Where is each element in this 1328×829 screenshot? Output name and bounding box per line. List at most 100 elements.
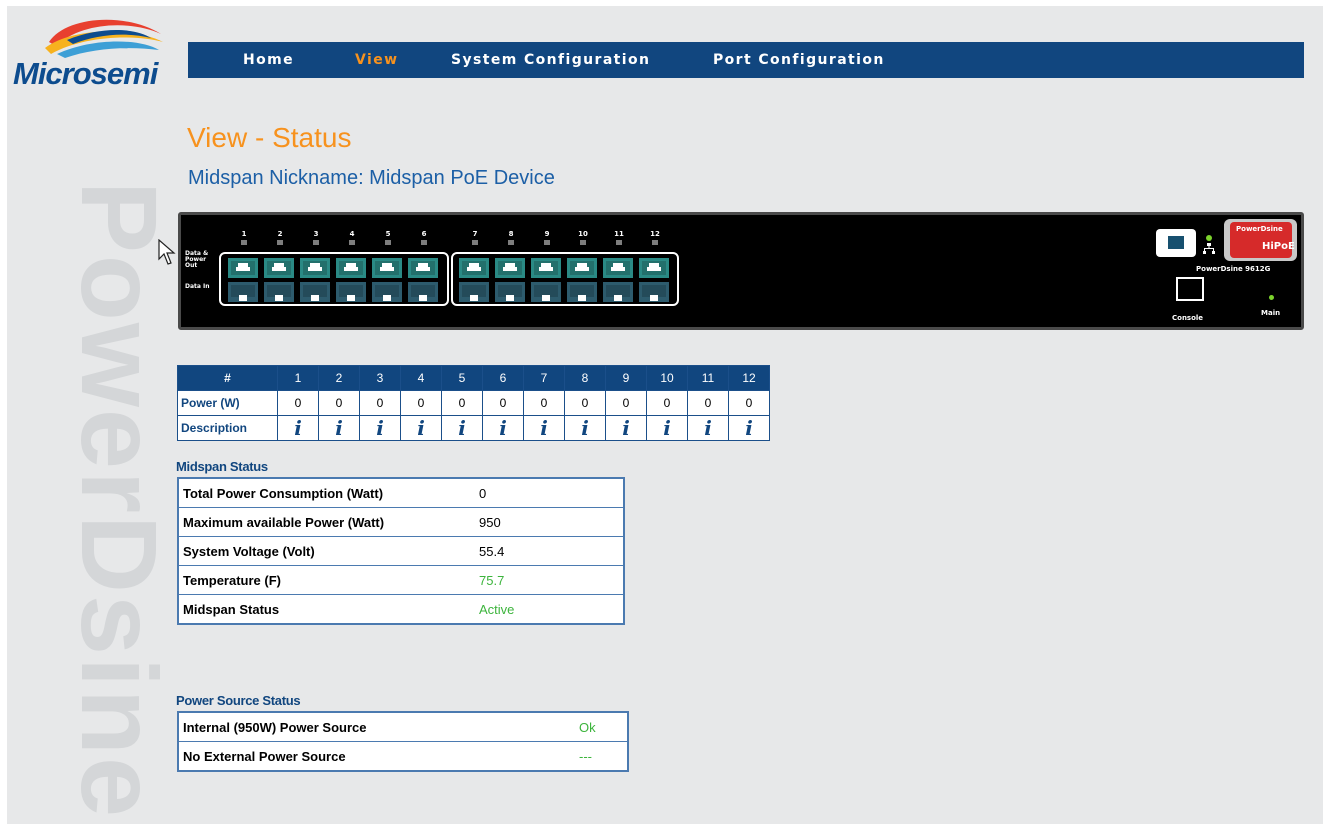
power-cell: 0 [359,390,401,416]
data-in-label: Data In [185,283,210,290]
poe-out-jack-icon[interactable] [603,258,633,278]
poe-out-jack-icon[interactable] [264,258,294,278]
power-source-label: Internal (950W) Power Source [178,712,575,742]
power-cell: 0 [564,390,606,416]
microsemi-logo[interactable]: Microsemi [11,12,181,91]
status-label: Midspan Status [183,601,280,617]
info-icon[interactable]: i [581,416,589,440]
device-port-number: 8 [508,230,514,238]
device-port-number: 4 [349,230,355,238]
device-port-number: 1 [241,230,247,238]
power-cell: 0 [441,390,483,416]
nav-view[interactable]: View [355,52,398,68]
power-cell: 0 [728,390,770,416]
data-in-jack-icon[interactable] [264,282,294,302]
description-row-label: Description [177,415,278,441]
power-cell: 0 [318,390,360,416]
status-label: Temperature (F) [178,565,475,595]
port-header-row: # 1 2 3 4 5 6 7 8 9 10 11 12 [177,365,770,391]
console-port-icon [1176,277,1204,301]
midspan-device-panel: Data & Power Out Data In 1 2 3 4 5 6 7 8 9 10 11 12… [178,212,1304,330]
data-in-jack-icon[interactable] [531,282,561,302]
poe-out-jack-icon[interactable] [372,258,402,278]
power-source-label: No External Power Source [183,748,346,764]
info-icon[interactable]: i [294,416,302,440]
power-row: Power (W) 0 0 0 0 0 0 0 0 0 0 0 0 [177,390,770,416]
info-icon[interactable]: i [376,416,384,440]
device-port-number: 9 [544,230,550,238]
data-in-jack-icon[interactable] [300,282,330,302]
port-led-icon [385,240,391,245]
poe-out-jack-icon[interactable] [228,258,258,278]
info-icon[interactable]: i [335,416,343,440]
port-led-icon [544,240,550,245]
power-source-value: Ok [575,712,628,742]
power-cell: 0 [277,390,319,416]
info-icon[interactable]: i [458,416,466,440]
port-header-label: # [177,365,278,391]
device-port-number: 2 [277,230,283,238]
status-value: Active [479,601,515,617]
info-icon[interactable]: i [622,416,630,440]
nav-system-configuration[interactable]: System Configuration [451,52,650,68]
power-row-label: Power (W) [177,390,278,416]
data-power-out-label: Data & Power Out [185,250,209,269]
logo-swoosh-icon [45,19,163,58]
nav-port-configuration[interactable]: Port Configuration [713,52,885,68]
poe-out-jack-icon[interactable] [567,258,597,278]
data-in-jack-icon[interactable] [495,282,525,302]
data-in-jack-icon[interactable] [228,282,258,302]
watermark-text: PowerDsine [59,180,180,820]
power-source-status-table: Internal (950W) Power Source Ok No Extern… [177,711,629,772]
poe-out-jack-icon[interactable] [336,258,366,278]
data-in-jack-icon[interactable] [603,282,633,302]
port-header-11: 11 [687,365,729,391]
status-label: Maximum available Power (Watt) [178,507,475,537]
poe-out-jack-icon[interactable] [495,258,525,278]
power-cell: 0 [646,390,688,416]
page-title: View - Status [187,122,352,153]
status-row: Maximum available Power (Watt) 950 [178,507,624,537]
data-in-jack-icon[interactable] [336,282,366,302]
info-icon[interactable]: i [417,416,425,440]
midspan-nickname: Midspan Nickname: Midspan PoE Device [188,167,555,189]
status-value: 0 [475,478,624,508]
status-value: 75.7 [475,565,624,595]
info-icon[interactable]: i [745,416,753,440]
port-led-icon [616,240,622,245]
power-cell: 0 [482,390,524,416]
info-icon[interactable]: i [499,416,507,440]
poe-out-jack-icon[interactable] [639,258,669,278]
port-header-3: 3 [359,365,401,391]
port-led-icon [241,240,247,245]
data-in-jack-icon[interactable] [408,282,438,302]
poe-out-jack-icon[interactable] [531,258,561,278]
power-source-value: --- [579,748,592,764]
console-label: Console [1172,314,1204,322]
main-led-icon [1269,295,1274,300]
port-led-icon [472,240,478,245]
device-port-number: 3 [313,230,319,238]
info-icon[interactable]: i [704,416,712,440]
description-row: Description i i i i i i i i i i i i [177,415,770,441]
data-in-jack-icon[interactable] [567,282,597,302]
main-label: Main [1261,309,1281,317]
port-led-icon [349,240,355,245]
port-header-1: 1 [277,365,319,391]
poe-out-jack-icon[interactable] [459,258,489,278]
poe-out-jack-icon[interactable] [300,258,330,278]
info-icon[interactable]: i [540,416,548,440]
top-nav: Home View System Configuration Port Conf… [188,42,1304,78]
poe-out-jack-icon[interactable] [408,258,438,278]
data-in-jack-icon[interactable] [459,282,489,302]
network-tree-icon [1203,243,1215,254]
brand-badge: PowerDsine HiPoE [1224,219,1297,261]
port-header-8: 8 [564,365,606,391]
nav-home[interactable]: Home [243,52,294,68]
power-source-row: No External Power Source --- [178,742,628,772]
data-in-jack-icon[interactable] [372,282,402,302]
power-cell: 0 [523,390,565,416]
port-led-icon [508,240,514,245]
data-in-jack-icon[interactable] [639,282,669,302]
info-icon[interactable]: i [663,416,671,440]
